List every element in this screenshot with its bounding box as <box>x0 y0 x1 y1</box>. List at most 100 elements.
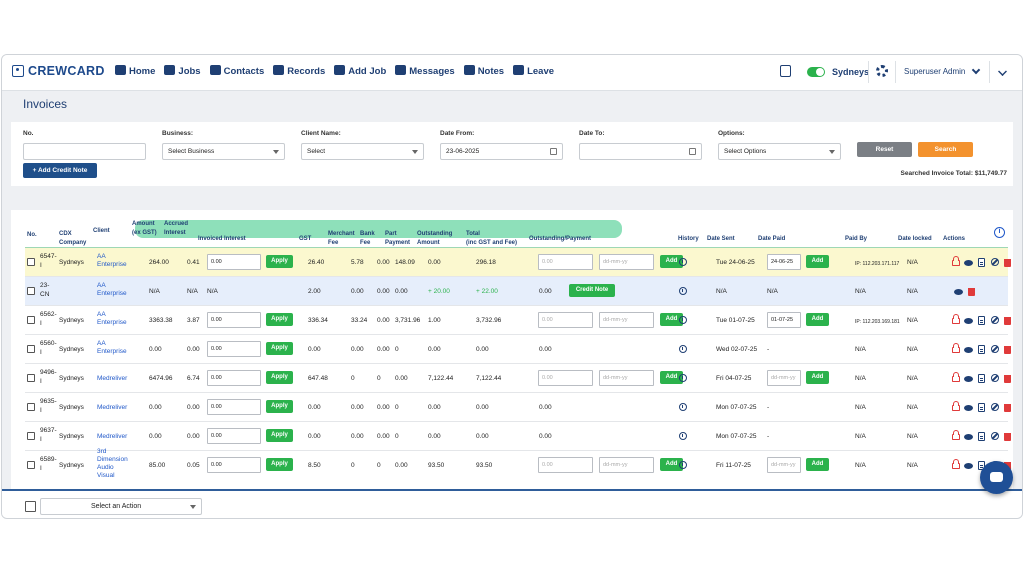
col-header-date_locked[interactable]: Date locked <box>898 235 932 244</box>
document-icon[interactable] <box>978 316 985 325</box>
col-header-date_sent[interactable]: Date Sent <box>707 235 735 244</box>
nav-records[interactable]: Records <box>273 65 325 77</box>
trash-icon[interactable] <box>1004 375 1011 383</box>
invoice-number[interactable]: 9637- <box>40 427 57 434</box>
payment-amount-input[interactable]: 0.00 <box>538 254 593 270</box>
document-icon[interactable] <box>978 432 985 441</box>
unlock-icon[interactable] <box>952 430 960 440</box>
add-date-paid-button[interactable]: Add <box>806 313 829 326</box>
no-input[interactable] <box>23 143 146 160</box>
client-link[interactable]: Audio <box>97 464 114 471</box>
void-icon[interactable] <box>991 432 999 440</box>
info-icon[interactable]: i <box>994 227 1005 238</box>
invoice-number[interactable]: 6547- <box>40 253 57 260</box>
unlock-icon[interactable] <box>952 401 960 411</box>
view-icon[interactable] <box>964 318 973 324</box>
nav-notes[interactable]: Notes <box>463 65 504 77</box>
payment-amount-input[interactable]: 0.00 <box>538 457 593 473</box>
invoice-number[interactable]: I <box>40 320 42 327</box>
payment-amount-input[interactable]: 0.00 <box>538 312 593 328</box>
void-icon[interactable] <box>991 345 999 353</box>
col-header-actions[interactable]: Actions <box>943 235 965 244</box>
view-icon[interactable] <box>964 405 973 411</box>
gear-icon[interactable] <box>876 65 888 77</box>
col-header-part[interactable]: Part <box>385 230 397 239</box>
client-link[interactable]: Enterprise <box>97 261 127 268</box>
history-icon[interactable] <box>679 374 687 382</box>
void-icon[interactable] <box>991 258 999 266</box>
col-header-accrued[interactable]: Accrued <box>164 220 188 229</box>
nav-home[interactable]: Home <box>115 65 155 77</box>
row-checkbox[interactable] <box>27 287 35 295</box>
payment-date-input[interactable]: dd-mm-yy <box>599 370 654 386</box>
date-paid-input[interactable]: 24-06-25 <box>767 254 801 270</box>
reset-button[interactable]: Reset <box>857 142 912 157</box>
apply-button[interactable]: Apply <box>266 371 293 384</box>
date-paid-input[interactable]: 01-07-25 <box>767 312 801 328</box>
row-checkbox[interactable] <box>27 461 35 469</box>
client-link[interactable]: Enterprise <box>97 348 127 355</box>
client-select[interactable]: Select <box>301 143 424 160</box>
credit-note-button[interactable]: Credit Note <box>569 284 615 297</box>
add-date-paid-button[interactable]: Add <box>806 458 829 471</box>
invoiced-interest-input[interactable]: 0.00 <box>207 341 261 357</box>
client-link[interactable]: Medreliver <box>97 433 127 440</box>
invoice-number[interactable]: 23- <box>40 282 49 289</box>
trash-icon[interactable] <box>1004 259 1011 267</box>
unlock-icon[interactable] <box>952 256 960 266</box>
document-icon[interactable] <box>978 374 985 383</box>
client-link[interactable]: AA <box>97 311 106 318</box>
col-header-amount[interactable]: (ex GST) <box>132 229 157 238</box>
nav-leave[interactable]: Leave <box>513 65 554 77</box>
payment-amount-input[interactable]: 0.00 <box>538 370 593 386</box>
history-icon[interactable] <box>679 287 687 295</box>
col-header-date_paid[interactable]: Date Paid <box>758 235 785 244</box>
truck-icon[interactable] <box>780 65 791 77</box>
void-icon[interactable] <box>991 403 999 411</box>
client-link[interactable]: Medreliver <box>97 404 127 411</box>
document-icon[interactable] <box>978 258 985 267</box>
apply-button[interactable]: Apply <box>266 400 293 413</box>
trash-icon[interactable] <box>1004 346 1011 354</box>
invoice-number[interactable]: 6562- <box>40 311 57 318</box>
nav-add-job[interactable]: Add Job <box>334 65 386 77</box>
client-link[interactable]: Dimension <box>97 456 128 463</box>
date-from-input[interactable]: 23-06-2025 <box>440 143 563 160</box>
client-link[interactable]: AA <box>97 282 106 289</box>
invoice-number[interactable]: 9496- <box>40 369 57 376</box>
options-select[interactable]: Select Options <box>718 143 841 160</box>
invoice-number[interactable]: 6589- <box>40 456 57 463</box>
col-header-accrued[interactable]: Interest <box>164 229 186 238</box>
invoice-number[interactable]: I <box>40 378 42 385</box>
collapse-icon[interactable] <box>998 67 1007 76</box>
location-toggle[interactable] <box>807 67 825 77</box>
col-header-paid_by[interactable]: Paid By <box>845 235 867 244</box>
history-icon[interactable] <box>679 432 687 440</box>
business-select[interactable]: Select Business <box>162 143 285 160</box>
col-header-bank[interactable]: Bank <box>360 230 375 239</box>
history-icon[interactable] <box>679 403 687 411</box>
trash-icon[interactable] <box>1004 404 1011 412</box>
col-header-outpay[interactable]: Outstanding/Payment <box>529 235 591 244</box>
view-icon[interactable] <box>964 434 973 440</box>
document-icon[interactable] <box>978 403 985 412</box>
trash-icon[interactable] <box>968 288 975 296</box>
trash-icon[interactable] <box>1004 433 1011 441</box>
history-icon[interactable] <box>679 461 687 469</box>
unlock-icon[interactable] <box>952 459 960 469</box>
payment-date-input[interactable]: dd-mm-yy <box>599 457 654 473</box>
document-icon[interactable] <box>978 345 985 354</box>
invoiced-interest-input[interactable]: 0.00 <box>207 428 261 444</box>
row-checkbox[interactable] <box>27 258 35 266</box>
row-checkbox[interactable] <box>27 432 35 440</box>
client-link[interactable]: AA <box>97 340 106 347</box>
chevron-down-icon[interactable] <box>971 65 981 75</box>
add-date-paid-button[interactable]: Add <box>806 371 829 384</box>
col-header-gst[interactable]: GST <box>299 235 311 244</box>
col-header-amount[interactable]: Amount <box>132 220 155 229</box>
row-checkbox[interactable] <box>27 403 35 411</box>
view-icon[interactable] <box>964 260 973 266</box>
user-menu[interactable]: Superuser Admin <box>904 67 965 76</box>
invoiced-interest-input[interactable]: 0.00 <box>207 370 261 386</box>
apply-button[interactable]: Apply <box>266 342 293 355</box>
